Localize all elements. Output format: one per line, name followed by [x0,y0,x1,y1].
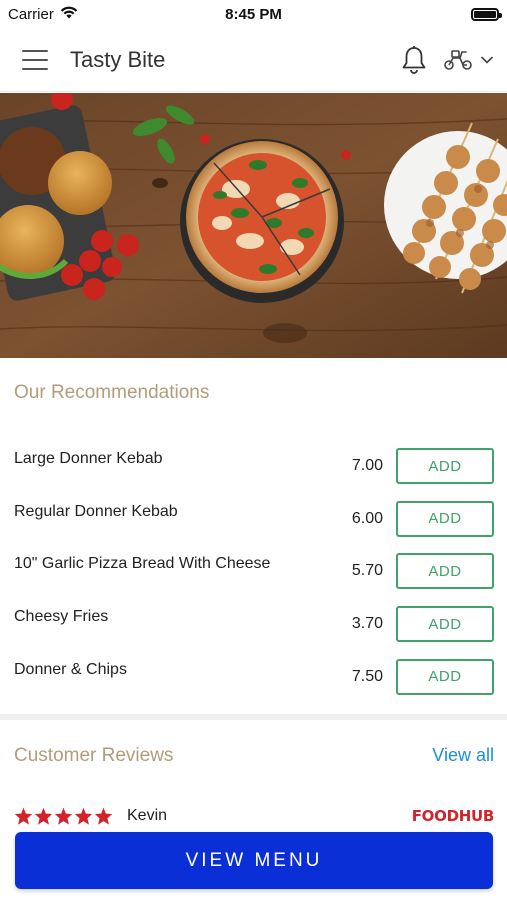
hamburger-menu-icon[interactable] [22,49,48,70]
item-name: 10" Garlic Pizza Bread With Cheese [14,555,271,573]
status-right [339,7,502,21]
star-icon [54,807,73,825]
add-button[interactable]: ADD [396,448,494,485]
list-item: Donner & Chips 7.50 ADD [0,650,507,703]
item-price: 7.50 [351,667,383,685]
chevron-down-icon [481,56,493,63]
item-name: Large Donner Kebab [14,450,163,468]
section-divider [0,714,507,720]
foodhub-logo: FOODHUB [411,807,495,825]
star-icon [14,807,33,825]
item-name: Donner & Chips [14,660,127,678]
status-left: Carrier [8,6,168,23]
list-item: Regular Donner Kebab 6.00 ADD [0,493,507,546]
recommendations-title: Our Recommendations [14,382,210,403]
app-header: Tasty Bite [0,28,507,92]
star-rating [14,807,113,825]
recommendations-list: Large Donner Kebab 7.00 ADD Regular Donn… [0,440,507,703]
review-item: Kevin FOODHUB [14,804,494,828]
add-button[interactable]: ADD [396,658,494,695]
delivery-mode-selector[interactable] [443,48,493,72]
star-icon [94,807,113,825]
item-price: 3.70 [351,615,383,633]
item-name: Regular Donner Kebab [14,502,178,520]
add-button[interactable]: ADD [396,553,494,590]
item-price: 7.00 [351,457,383,475]
add-button[interactable]: ADD [396,606,494,643]
status-bar: Carrier 8:45 PM [0,0,507,28]
wifi-icon [60,6,78,23]
restaurant-title: Tasty Bite [70,46,166,72]
item-price: 6.00 [351,509,383,527]
view-menu-button[interactable]: VIEW MENU [15,832,493,889]
list-item: Cheesy Fries 3.70 ADD [0,598,507,651]
item-name: Cheesy Fries [14,608,109,626]
restaurant-banner-image [0,93,507,358]
star-icon [74,807,93,825]
battery-icon [471,7,502,21]
view-all-reviews-link[interactable]: View all [432,745,494,766]
list-item: Large Donner Kebab 7.00 ADD [0,440,507,493]
reviewer-name: Kevin [127,807,168,824]
item-price: 5.70 [351,562,383,580]
carrier-label: Carrier [8,5,54,23]
add-button[interactable]: ADD [396,500,494,537]
notification-bell-icon[interactable] [399,44,429,76]
status-time: 8:45 PM [225,5,282,23]
scooter-icon [444,49,472,70]
star-icon [34,807,53,825]
reviews-title: Customer Reviews [14,745,174,766]
list-item: 10" Garlic Pizza Bread With Cheese 5.70 … [0,545,507,598]
